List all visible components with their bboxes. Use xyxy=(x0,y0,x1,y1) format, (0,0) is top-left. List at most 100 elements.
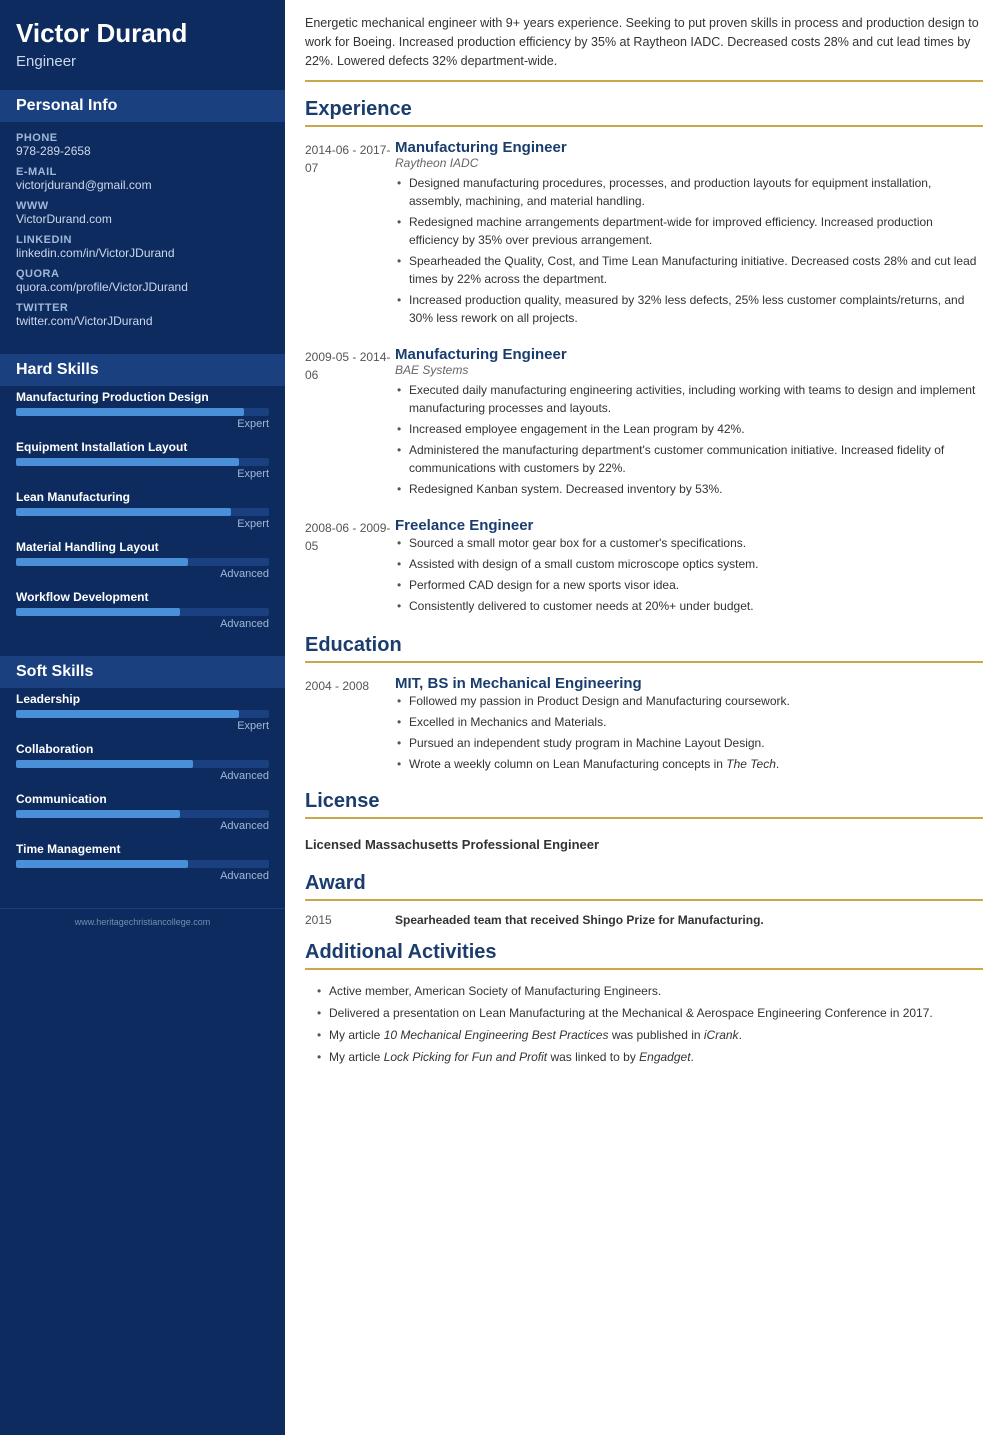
resume-container: Victor Durand Engineer Personal Info Pho… xyxy=(0,0,1003,1435)
skill-bar-bg xyxy=(16,408,269,416)
experience-item: 2014-06 - 2017-07 Manufacturing Engineer… xyxy=(305,139,983,330)
twitter-item: Twitter twitter.com/VictorJDurand xyxy=(16,302,269,328)
skill-bar-bg xyxy=(16,710,269,718)
main-content: Energetic mechanical engineer with 9+ ye… xyxy=(285,0,1003,1435)
exp-date: 2008-06 - 2009-05 xyxy=(305,517,395,618)
hard-skill-item: Lean Manufacturing Expert xyxy=(16,490,269,530)
personal-info-heading: Personal Info xyxy=(0,90,285,122)
exp-bullet: Spearheaded the Quality, Cost, and Time … xyxy=(395,252,983,288)
quora-label: Quora xyxy=(16,268,269,280)
edu-bullet: Wrote a weekly column on Lean Manufactur… xyxy=(395,755,983,773)
exp-content: Manufacturing Engineer Raytheon IADC Des… xyxy=(395,139,983,330)
skill-name: Leadership xyxy=(16,692,269,706)
phone-value: 978-289-2658 xyxy=(16,144,269,158)
skill-name: Communication xyxy=(16,792,269,806)
phone-label: Phone xyxy=(16,132,269,144)
experience-item: 2009-05 - 2014-06 Manufacturing Engineer… xyxy=(305,346,983,501)
exp-bullet: Redesigned Kanban system. Decreased inve… xyxy=(395,480,983,498)
soft-skills-heading: Soft Skills xyxy=(0,656,285,688)
activities-heading: Additional Activities xyxy=(305,941,983,970)
skill-level: Expert xyxy=(16,518,269,530)
edu-content: MIT, BS in Mechanical Engineering Follow… xyxy=(395,675,983,776)
experience-heading: Experience xyxy=(305,98,983,127)
twitter-value: twitter.com/VictorJDurand xyxy=(16,314,269,328)
hard-skills-section: Manufacturing Production Design Expert E… xyxy=(0,386,285,648)
sidebar: Victor Durand Engineer Personal Info Pho… xyxy=(0,0,285,1435)
skill-bar-bg xyxy=(16,458,269,466)
footer-text: www.heritagechristiancollege.com xyxy=(0,908,285,935)
linkedin-item: LinkedIn linkedin.com/in/VictorJDurand xyxy=(16,234,269,260)
skill-name: Manufacturing Production Design xyxy=(16,390,269,404)
personal-info-section: Phone 978-289-2658 E-mail victorjdurand@… xyxy=(0,122,285,346)
linkedin-value: linkedin.com/in/VictorJDurand xyxy=(16,246,269,260)
license-heading: License xyxy=(305,790,983,819)
candidate-name: Victor Durand xyxy=(16,18,269,49)
exp-bullet: Sourced a small motor gear box for a cus… xyxy=(395,534,983,552)
exp-title: Manufacturing Engineer xyxy=(395,346,983,363)
exp-bullet: Assisted with design of a small custom m… xyxy=(395,555,983,573)
exp-content: Freelance Engineer Sourced a small motor… xyxy=(395,517,983,618)
exp-bullet: Increased employee engagement in the Lea… xyxy=(395,420,983,438)
exp-company: BAE Systems xyxy=(395,363,983,377)
soft-skill-item: Communication Advanced xyxy=(16,792,269,832)
exp-bullets: Designed manufacturing procedures, proce… xyxy=(395,174,983,327)
phone-item: Phone 978-289-2658 xyxy=(16,132,269,158)
skill-level: Expert xyxy=(16,418,269,430)
skill-bar-fill xyxy=(16,710,239,718)
skill-level: Advanced xyxy=(16,770,269,782)
skill-name: Equipment Installation Layout xyxy=(16,440,269,454)
edu-bullet: Excelled in Mechanics and Materials. xyxy=(395,713,983,731)
quora-value: quora.com/profile/VictorJDurand xyxy=(16,280,269,294)
twitter-label: Twitter xyxy=(16,302,269,314)
edu-date: 2004 - 2008 xyxy=(305,675,395,776)
skill-name: Lean Manufacturing xyxy=(16,490,269,504)
linkedin-label: LinkedIn xyxy=(16,234,269,246)
summary-text: Energetic mechanical engineer with 9+ ye… xyxy=(305,14,983,82)
skill-bar-fill xyxy=(16,558,188,566)
skill-bar-fill xyxy=(16,860,188,868)
candidate-title: Engineer xyxy=(16,53,269,70)
hard-skill-item: Workflow Development Advanced xyxy=(16,590,269,630)
quora-item: Quora quora.com/profile/VictorJDurand xyxy=(16,268,269,294)
skill-bar-bg xyxy=(16,860,269,868)
soft-skill-item: Leadership Expert xyxy=(16,692,269,732)
award-year: 2015 xyxy=(305,913,395,927)
skill-bar-bg xyxy=(16,810,269,818)
activity-item: Delivered a presentation on Lean Manufac… xyxy=(315,1004,983,1022)
exp-content: Manufacturing Engineer BAE Systems Execu… xyxy=(395,346,983,501)
skill-bar-fill xyxy=(16,608,180,616)
skill-name: Time Management xyxy=(16,842,269,856)
skill-bar-fill xyxy=(16,508,231,516)
skill-bar-bg xyxy=(16,558,269,566)
award-text: Spearheaded team that received Shingo Pr… xyxy=(395,913,764,927)
email-label: E-mail xyxy=(16,166,269,178)
exp-bullet: Performed CAD design for a new sports vi… xyxy=(395,576,983,594)
education-heading: Education xyxy=(305,634,983,663)
hard-skills-heading: Hard Skills xyxy=(0,354,285,386)
skill-level: Advanced xyxy=(16,568,269,580)
education-section: 2004 - 2008 MIT, BS in Mechanical Engine… xyxy=(305,675,983,776)
skill-name: Material Handling Layout xyxy=(16,540,269,554)
award-heading: Award xyxy=(305,872,983,901)
skill-level: Advanced xyxy=(16,820,269,832)
skill-bar-bg xyxy=(16,760,269,768)
sidebar-header: Victor Durand Engineer xyxy=(0,0,285,82)
edu-bullet: Pursued an independent study program in … xyxy=(395,734,983,752)
edu-bullets: Followed my passion in Product Design an… xyxy=(395,692,983,773)
soft-skill-item: Time Management Advanced xyxy=(16,842,269,882)
exp-bullet: Designed manufacturing procedures, proce… xyxy=(395,174,983,210)
skill-name: Collaboration xyxy=(16,742,269,756)
exp-bullet: Consistently delivered to customer needs… xyxy=(395,597,983,615)
edu-bullet: Followed my passion in Product Design an… xyxy=(395,692,983,710)
exp-bullet: Executed daily manufacturing engineering… xyxy=(395,381,983,417)
activities-list: Active member, American Society of Manuf… xyxy=(315,982,983,1066)
exp-bullets: Sourced a small motor gear box for a cus… xyxy=(395,534,983,615)
skill-bar-bg xyxy=(16,508,269,516)
award-item: 2015 Spearheaded team that received Shin… xyxy=(305,913,983,927)
www-item: WWW VictorDurand.com xyxy=(16,200,269,226)
exp-bullet: Increased production quality, measured b… xyxy=(395,291,983,327)
exp-date: 2014-06 - 2017-07 xyxy=(305,139,395,330)
skill-bar-fill xyxy=(16,458,239,466)
www-label: WWW xyxy=(16,200,269,212)
exp-bullet: Administered the manufacturing departmen… xyxy=(395,441,983,477)
